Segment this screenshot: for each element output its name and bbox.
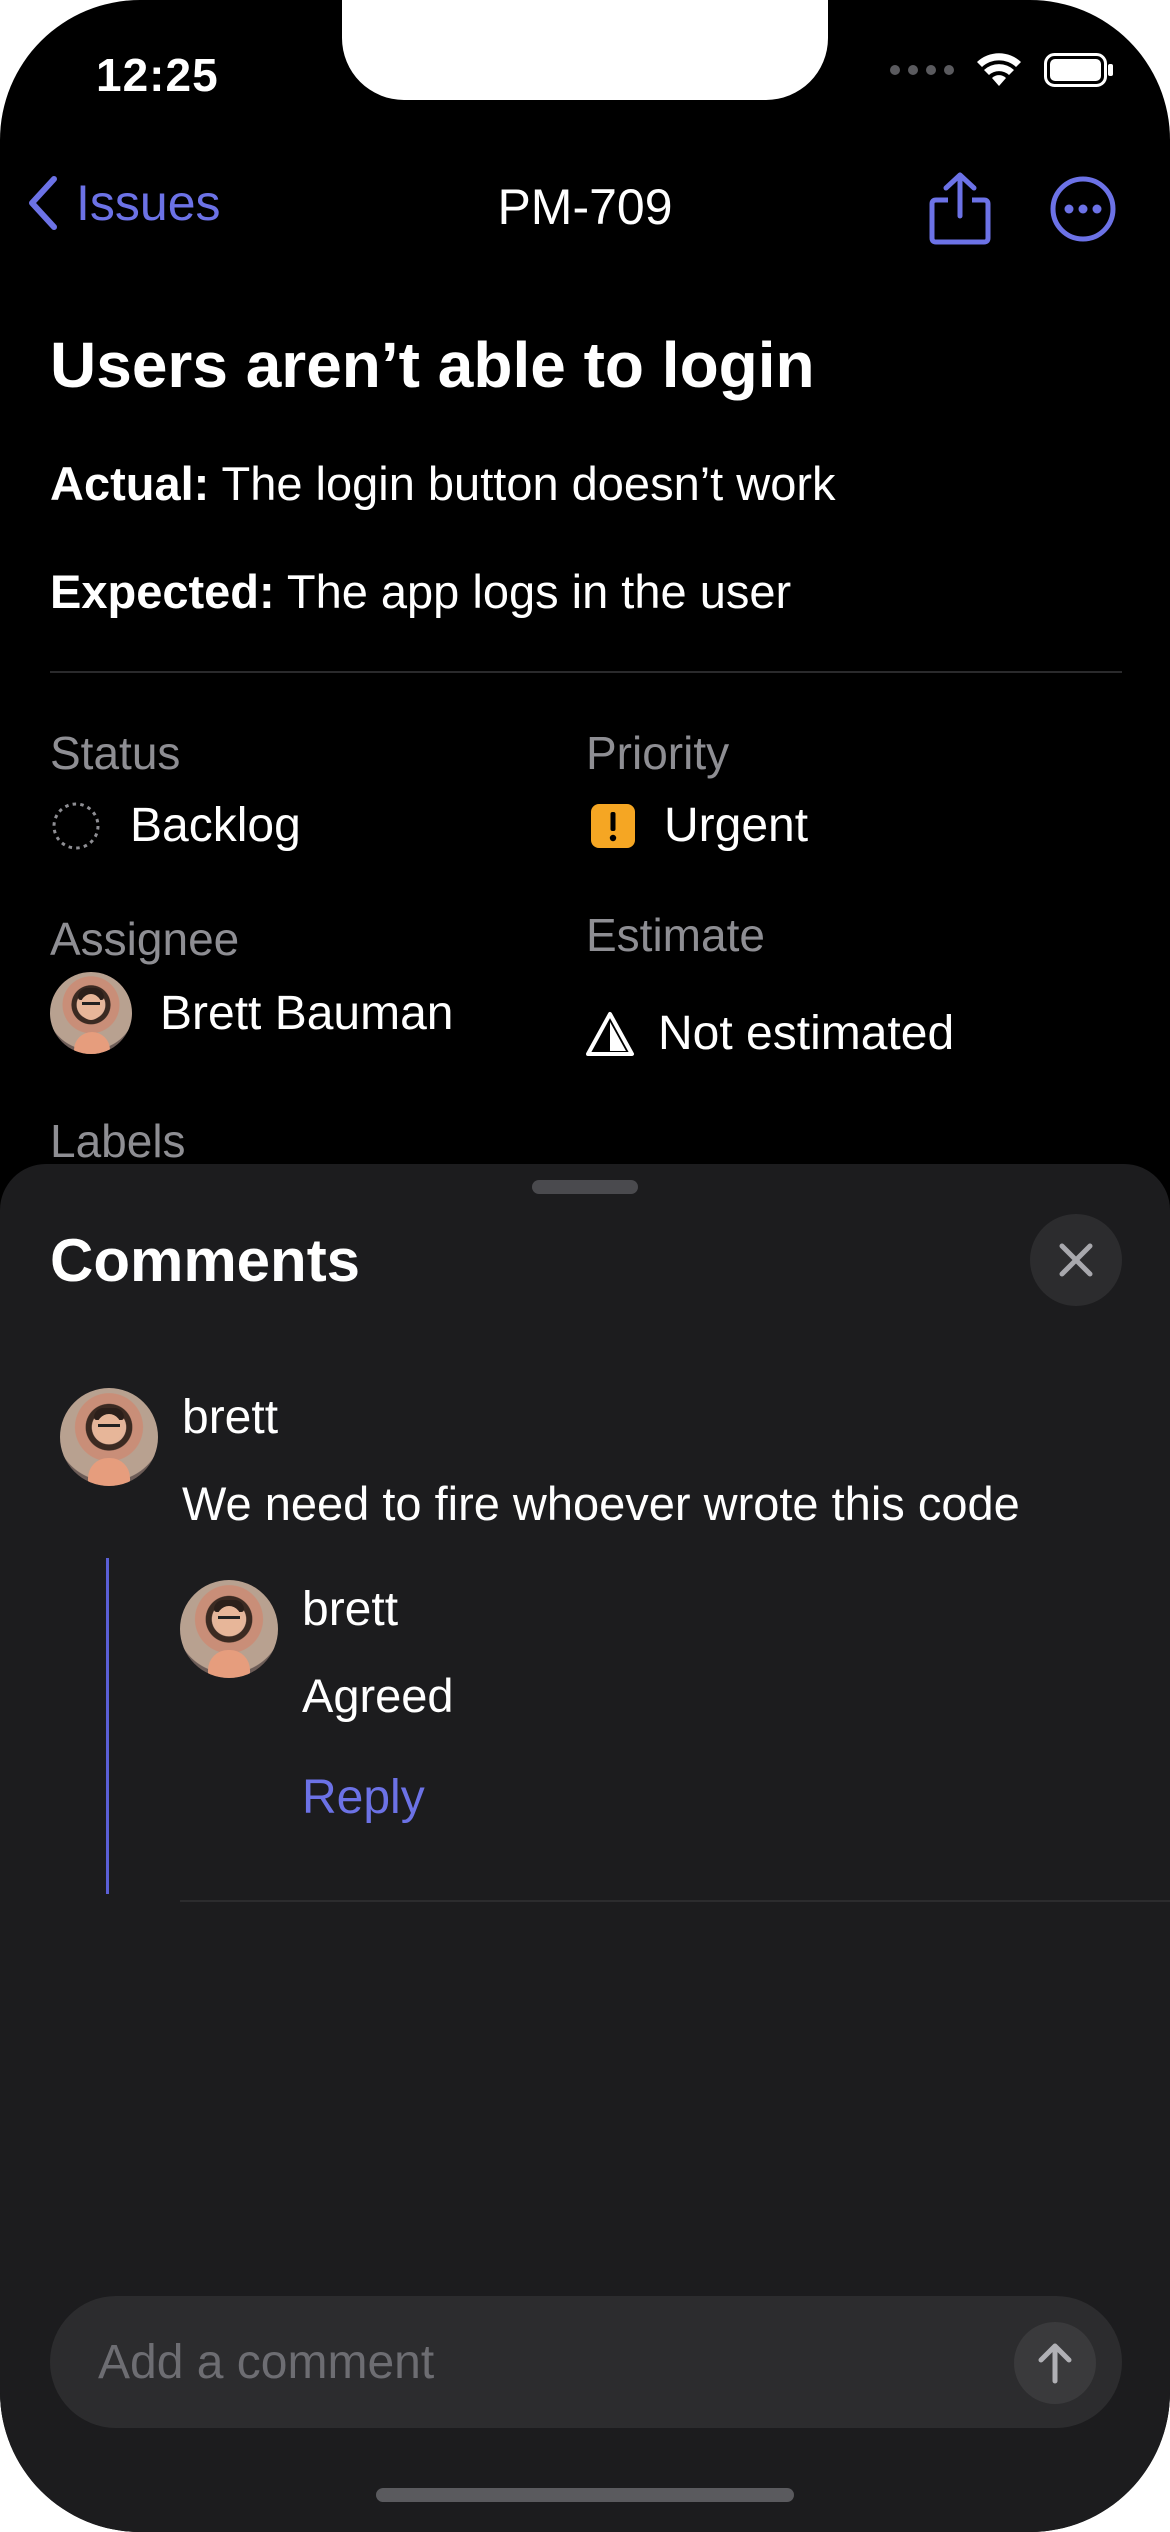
avatar (50, 972, 132, 1054)
device-notch (342, 0, 828, 100)
wifi-icon (977, 53, 1021, 86)
home-indicator[interactable] (376, 2488, 794, 2502)
share-button[interactable] (928, 172, 992, 251)
phone-screen: 12:25 Issues PM-709 Users aren’t able to… (0, 0, 1170, 2532)
priority-value: Urgent (664, 799, 809, 852)
ellipsis-circle-icon (1050, 176, 1116, 242)
actual-text: The login button doesn’t work (221, 457, 836, 510)
estimate-value: Not estimated (658, 1007, 955, 1060)
navigation-bar: Issues PM-709 (0, 160, 1170, 256)
reply-avatar (180, 1580, 278, 1678)
reply-button[interactable]: Reply (302, 1770, 425, 1825)
labels-label: Labels (50, 1115, 186, 1167)
issue-actual: Actual: The login button doesn’t work (50, 456, 836, 511)
send-button[interactable] (1014, 2322, 1096, 2404)
sheet-title: Comments (50, 1227, 361, 1294)
issue-title: Users aren’t able to login (50, 329, 815, 401)
thread-divider (180, 1900, 1170, 1902)
estimate-field[interactable]: Not estimated (584, 1006, 954, 1061)
comment-avatar (60, 1388, 158, 1486)
sheet-grabber[interactable] (532, 1180, 638, 1194)
thread-line (106, 1558, 109, 1894)
assignee-field[interactable]: Brett Bauman (50, 972, 453, 1054)
close-button[interactable] (1030, 1214, 1122, 1306)
status-value: Backlog (130, 799, 301, 852)
share-icon (929, 172, 991, 245)
backlog-status-icon (52, 802, 100, 849)
battery-icon (1044, 53, 1113, 87)
assignee-value: Brett Bauman (160, 986, 454, 1040)
cellular-signal-icon (890, 65, 954, 75)
status-icons (890, 52, 1114, 88)
status-field[interactable]: Backlog (50, 798, 301, 853)
priority-label: Priority (586, 727, 730, 779)
comment-composer (50, 2296, 1122, 2428)
reply-text: Agreed (302, 1669, 454, 1722)
actual-label: Actual: (50, 457, 210, 510)
expected-label: Expected: (50, 565, 275, 618)
priority-field[interactable]: Urgent (590, 798, 808, 853)
status-label: Status (50, 727, 181, 779)
assignee-label: Assignee (50, 913, 240, 965)
comment-input[interactable] (98, 2296, 998, 2428)
warning-triangle-icon (586, 1011, 634, 1056)
page-title: PM-709 (497, 179, 673, 235)
comment-text: We need to fire whoever wrote this code (182, 1477, 1020, 1530)
reply-author: brett (302, 1583, 399, 1636)
comment-author: brett (182, 1391, 279, 1444)
close-icon (1059, 1243, 1093, 1277)
status-time: 12:25 (96, 49, 219, 101)
expected-text: The app logs in the user (286, 565, 792, 618)
divider (50, 671, 1122, 673)
urgent-priority-icon (591, 803, 635, 848)
arrow-up-icon (1038, 2343, 1072, 2384)
more-options-button[interactable] (1050, 176, 1116, 247)
issue-expected: Expected: The app logs in the user (50, 564, 791, 619)
estimate-label: Estimate (586, 909, 765, 961)
